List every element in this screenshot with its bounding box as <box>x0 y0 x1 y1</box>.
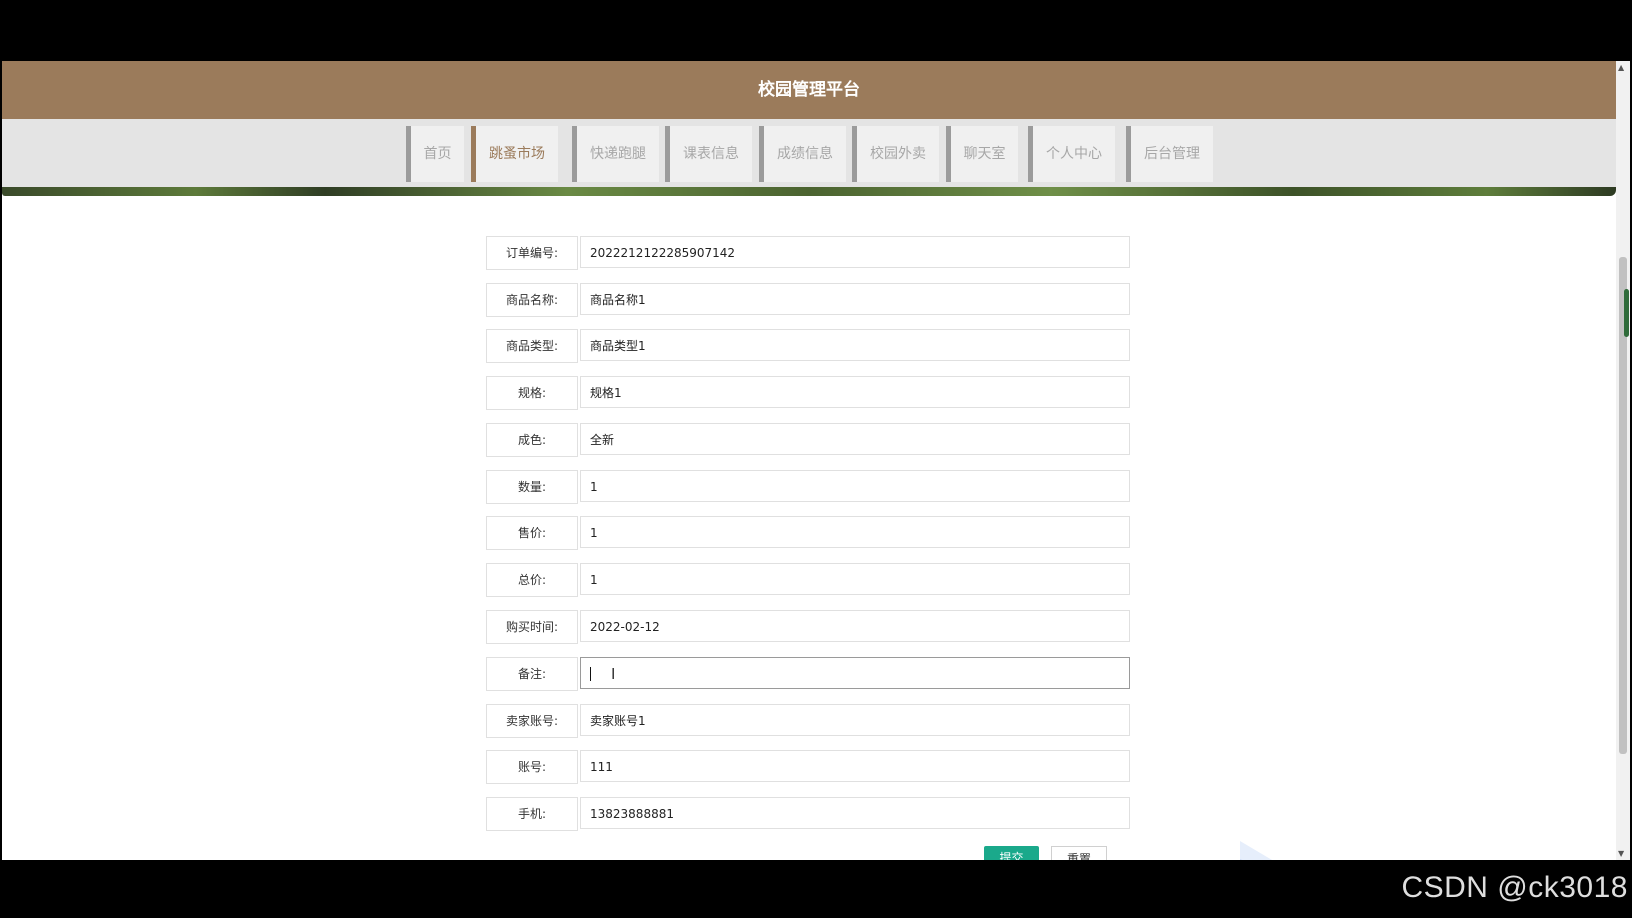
account-field[interactable]: 111 <box>580 750 1130 782</box>
product-name-field[interactable]: 商品名称1 <box>580 283 1130 315</box>
text-caret <box>590 667 591 681</box>
site-header: 校园管理平台 <box>2 61 1616 119</box>
form-label: 规格: <box>486 376 578 410</box>
submit-button[interactable]: 提交 <box>984 846 1039 860</box>
scroll-down-icon[interactable]: ▼ <box>1618 849 1624 858</box>
remark-field[interactable]: I <box>580 657 1130 689</box>
order-no-field[interactable]: 2022212122285907142 <box>580 236 1130 268</box>
form-row-product-type: 商品类型: 商品类型1 <box>486 329 1134 363</box>
nav-express[interactable]: 快递跑腿 <box>572 126 659 182</box>
form-label: 手机: <box>486 797 578 831</box>
nav-grades[interactable]: 成绩信息 <box>759 126 846 182</box>
form-label: 账号: <box>486 750 578 784</box>
form-label: 数量: <box>486 470 578 504</box>
form-label: 成色: <box>486 423 578 457</box>
condition-field[interactable]: 全新 <box>580 423 1130 455</box>
form-label: 总价: <box>486 563 578 597</box>
form-row-seller-account: 卖家账号: 卖家账号1 <box>486 704 1134 738</box>
nav-flea-market[interactable]: 跳蚤市场 <box>471 126 558 182</box>
form-row-purchase-time: 购买时间: 2022-02-12 <box>486 610 1134 644</box>
purchase-time-field[interactable]: 2022-02-12 <box>580 610 1130 642</box>
nav-chatroom[interactable]: 聊天室 <box>946 126 1018 182</box>
quantity-field[interactable]: 1 <box>580 470 1130 502</box>
product-type-field[interactable]: 商品类型1 <box>580 329 1130 361</box>
main-nav: 首页 跳蚤市场 快递跑腿 课表信息 成绩信息 校园外卖 聊天室 个人中心 后台管… <box>2 119 1616 187</box>
form-row-account: 账号: 111 <box>486 750 1134 784</box>
side-handle[interactable] <box>1624 289 1629 337</box>
vertical-scrollbar[interactable]: ▲ ▼ <box>1616 61 1630 860</box>
site-title: 校园管理平台 <box>758 80 860 100</box>
seller-account-field[interactable]: 卖家账号1 <box>580 704 1130 736</box>
nav-home[interactable]: 首页 <box>406 126 464 182</box>
nav-takeout[interactable]: 校园外卖 <box>852 126 939 182</box>
scroll-up-icon[interactable]: ▲ <box>1618 63 1624 72</box>
form-row-price: 售价: 1 <box>486 516 1134 550</box>
text-cursor-icon: I <box>611 665 616 683</box>
form-row-product-name: 商品名称: 商品名称1 <box>486 283 1134 317</box>
nav-profile[interactable]: 个人中心 <box>1028 126 1115 182</box>
form-label: 购买时间: <box>486 610 578 644</box>
form-row-remark: 备注: I <box>486 657 1134 691</box>
reset-button[interactable]: 重置 <box>1051 846 1107 860</box>
form-row-spec: 规格: 规格1 <box>486 376 1134 410</box>
form-label: 订单编号: <box>486 236 578 270</box>
form-row-condition: 成色: 全新 <box>486 423 1134 457</box>
form-row-quantity: 数量: 1 <box>486 470 1134 504</box>
spec-field[interactable]: 规格1 <box>580 376 1130 408</box>
form-row-order-no: 订单编号: 2022212122285907142 <box>486 236 1134 270</box>
total-price-field[interactable]: 1 <box>580 563 1130 595</box>
form-label: 卖家账号: <box>486 704 578 738</box>
price-field[interactable]: 1 <box>580 516 1130 548</box>
form-label: 商品名称: <box>486 283 578 317</box>
form-row-total: 总价: 1 <box>486 563 1134 597</box>
watermark: CSDN @ck3018 <box>1401 871 1628 904</box>
form-row-phone: 手机: 13823888881 <box>486 797 1134 831</box>
nav-schedule[interactable]: 课表信息 <box>665 126 752 182</box>
play-logo-icon <box>1240 841 1273 860</box>
browser-viewport: 校园管理平台 首页 跳蚤市场 快递跑腿 课表信息 成绩信息 校园外卖 聊天室 个… <box>2 61 1630 860</box>
form-label: 商品类型: <box>486 329 578 363</box>
form-label: 售价: <box>486 516 578 550</box>
banner-strip <box>2 187 1616 196</box>
nav-admin[interactable]: 后台管理 <box>1126 126 1213 182</box>
form-label: 备注: <box>486 657 578 691</box>
phone-field[interactable]: 13823888881 <box>580 797 1130 829</box>
